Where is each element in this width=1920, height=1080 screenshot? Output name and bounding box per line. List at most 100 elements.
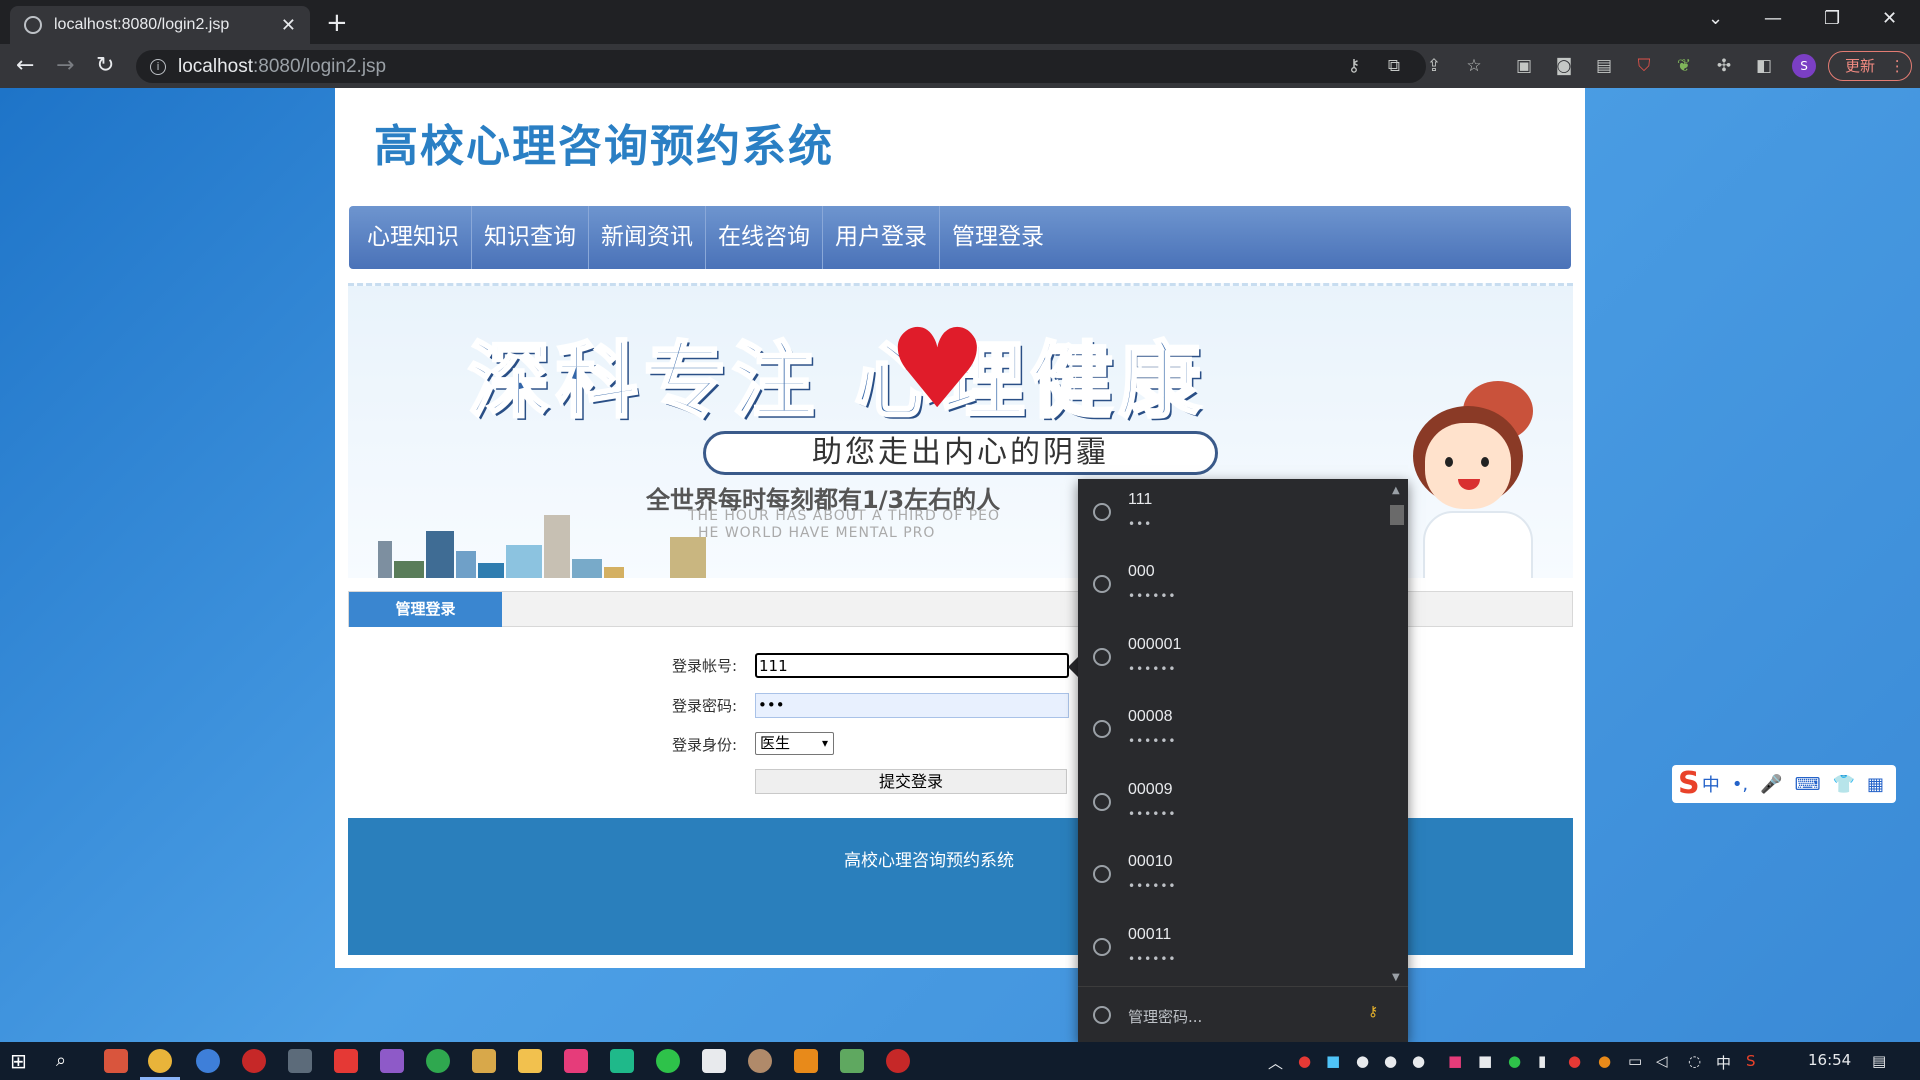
autofill-entry[interactable]: 111 ••• [1078,479,1390,551]
keyboard-icon[interactable]: ⌨ [1795,774,1821,795]
tray-app-icon[interactable]: ■ [1478,1052,1492,1070]
sogou-logo-icon[interactable]: S [1678,767,1702,801]
site-info-icon[interactable]: i [150,58,166,75]
record-icon[interactable] [886,1049,910,1073]
forward-icon[interactable]: → [56,53,74,78]
share-icon[interactable]: ⇪ [1424,56,1444,76]
doctor-illustration [1403,381,1553,578]
browser-tab[interactable]: localhost:8080/login2.jsp ✕ [10,6,310,44]
nav-item-psych-knowledge[interactable]: 心理知识 [355,206,472,269]
tray-app-icon[interactable]: ◌ [1688,1052,1701,1070]
new-tab-button[interactable]: + [326,8,348,38]
intellij-icon[interactable] [104,1049,128,1073]
app-icon[interactable] [702,1049,726,1073]
minimize-button[interactable]: — [1764,8,1782,29]
app-icon[interactable] [840,1049,864,1073]
nav-item-online-consult[interactable]: 在线咨询 [706,206,823,269]
nav-item-knowledge-search[interactable]: 知识查询 [472,206,589,269]
site-title: 高校心理咨询预约系统 [374,121,834,172]
input-method-indicator[interactable]: 中 [1716,1052,1731,1073]
tray-expand-icon[interactable]: ︿ [1268,1052,1283,1073]
globe-icon [1093,938,1111,956]
windows-start-icon[interactable]: ⊞ [10,1049,34,1073]
role-select[interactable]: 医生 ▾ [755,732,834,755]
manage-passwords-link[interactable]: 管理密码... [1128,1006,1202,1027]
puzzle-extensions-icon[interactable]: ✣ [1714,56,1734,76]
tray-app-icon[interactable]: ■ [1448,1052,1462,1070]
qq-icon[interactable]: ● [1356,1052,1369,1070]
qq-icon[interactable]: ● [1412,1052,1425,1070]
side-panel-icon[interactable]: ◧ [1754,56,1774,76]
close-tab-icon[interactable]: ✕ [281,15,296,36]
globe-icon [1093,793,1111,811]
camera-icon[interactable]: ◙ [1554,56,1574,76]
scroll-down-icon: ▼ [1392,972,1400,983]
toolbox-icon[interactable]: ▦ [1867,774,1884,795]
microphone-icon[interactable]: ▮ [1538,1052,1546,1070]
search-tool-icon[interactable] [794,1049,818,1073]
network-icon[interactable]: ▭ [1628,1052,1642,1070]
app-icon[interactable] [288,1049,312,1073]
close-window-button[interactable]: ✕ [1882,8,1897,29]
bookmark-star-icon[interactable]: ☆ [1464,56,1484,76]
tray-app-icon[interactable]: ■ [1326,1052,1340,1070]
wechat-tray-icon[interactable]: ● [1508,1052,1521,1070]
account-input[interactable]: 111 [755,653,1069,678]
autofill-scroll-thumb[interactable] [1390,505,1404,525]
tray-app-icon[interactable]: ● [1298,1052,1311,1070]
reload-icon[interactable]: ↻ [96,53,114,78]
nav-item-admin-login[interactable]: 管理登录 [940,206,1056,269]
submit-login-button[interactable]: 提交登录 [755,769,1067,794]
autofill-entry[interactable]: 000 •••••• [1078,551,1390,623]
app-icon[interactable] [610,1049,634,1073]
tab-search-icon[interactable]: ⌄ [1708,8,1723,29]
ime-punctuation-icon[interactable]: •, [1732,774,1748,795]
volume-icon[interactable]: ◁ [1656,1052,1668,1070]
notification-icon[interactable]: ▤ [1872,1052,1886,1070]
app-icon[interactable] [564,1049,588,1073]
taskbar-clock[interactable]: 16:54 [1808,1051,1851,1069]
open-external-icon[interactable]: ⧉ [1384,56,1404,76]
edge-icon[interactable] [196,1049,220,1073]
skin-icon[interactable]: 👕 [1833,774,1855,795]
profile-avatar[interactable]: S [1792,54,1816,78]
autofill-entry[interactable]: 00009 •••••• [1078,769,1390,841]
leaf-extension-icon[interactable]: ❦ [1674,56,1694,76]
app-icon[interactable] [380,1049,404,1073]
microphone-icon[interactable]: 🎤 [1760,774,1782,795]
autofill-entry[interactable]: 000001 •••••• [1078,624,1390,696]
autofill-scrollbar[interactable]: ▲ ▼ [1390,485,1404,983]
nav-item-news[interactable]: 新闻资讯 [589,206,706,269]
search-icon[interactable]: ⌕ [56,1049,80,1073]
autofill-entry[interactable]: 00011 •••••• [1078,914,1390,986]
app-icon[interactable] [334,1049,358,1073]
key-icon[interactable]: ⚷ [1344,56,1364,76]
settings-icon [1093,1006,1111,1024]
qq-icon[interactable]: ● [1384,1052,1397,1070]
record-tray-icon[interactable]: ● [1568,1052,1581,1070]
address-bar[interactable]: i localhost:8080/login2.jsp [136,50,1426,83]
nav-item-user-login[interactable]: 用户登录 [823,206,940,269]
password-input[interactable]: ••• [755,693,1069,718]
update-button[interactable]: 更新 ⋮ [1828,51,1912,81]
restore-button[interactable]: ❐ [1824,8,1840,29]
tab-admin-login[interactable]: 管理登录 [349,592,502,627]
image-extension-icon[interactable]: ▤ [1594,56,1614,76]
app-icon[interactable] [748,1049,772,1073]
file-explorer-icon[interactable] [518,1049,542,1073]
sogou-tray-icon[interactable]: S [1746,1052,1756,1070]
extension-translate-icon[interactable]: ▣ [1514,56,1534,76]
tray-app-icon[interactable]: ● [1598,1052,1611,1070]
ime-chinese-mode[interactable]: 中 [1702,771,1720,797]
record-icon[interactable] [242,1049,266,1073]
globe-icon [1093,648,1111,666]
shield-icon[interactable]: ⛉ [1634,56,1654,76]
wechat-icon[interactable] [656,1049,680,1073]
autofill-entry[interactable]: 00008 •••••• [1078,696,1390,768]
back-icon[interactable]: ← [16,53,34,78]
globe-icon [1093,720,1111,738]
app-icon[interactable] [472,1049,496,1073]
autofill-entry[interactable]: 00010 •••••• [1078,841,1390,913]
sync-icon[interactable] [426,1049,450,1073]
chrome-icon[interactable] [148,1049,172,1073]
